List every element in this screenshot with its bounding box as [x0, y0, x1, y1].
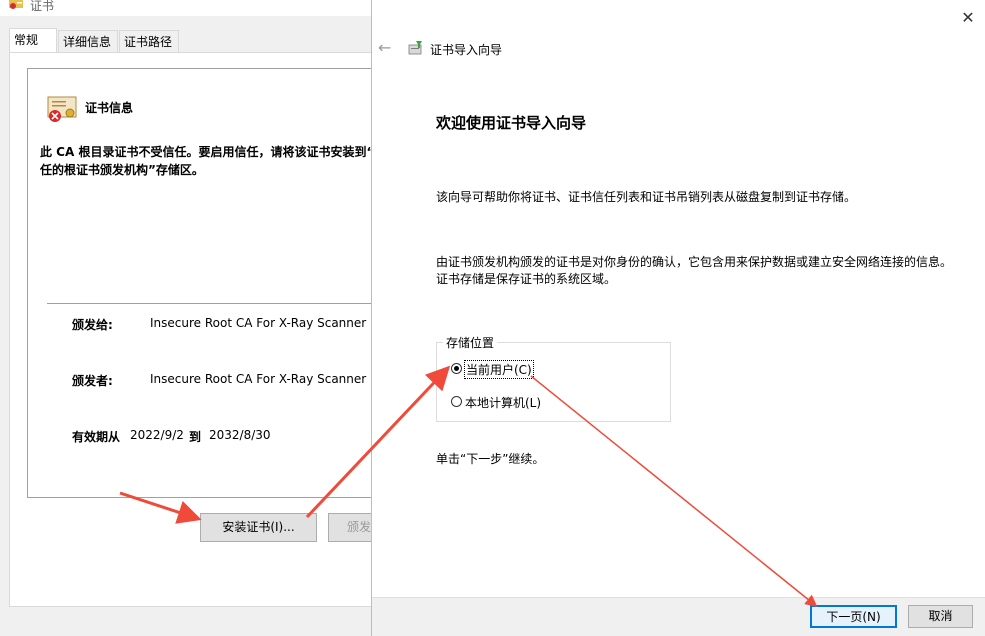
install-certificate-button[interactable]: 安装证书(I)...: [200, 513, 317, 542]
next-button[interactable]: 下一页(N): [810, 605, 897, 628]
wizard-certificate-explanation: 由证书颁发机构颁发的证书是对你身份的确认，它包含用来保护数据或建立安全网络连接的…: [436, 255, 953, 286]
validity-from-label: 有效期从: [72, 430, 121, 444]
validity-from-date: 2022/9/2: [130, 428, 184, 442]
certificate-error-icon: [47, 96, 77, 122]
close-icon[interactable]: ✕: [957, 8, 979, 28]
issued-to-label: 颁发给:: [72, 318, 113, 332]
tab-details[interactable]: 详细信息: [58, 30, 118, 52]
tab-general[interactable]: 常规: [9, 28, 57, 53]
certificate-import-wizard: [371, 0, 985, 636]
certificate-info-heading: 证书信息: [85, 101, 134, 115]
local-machine-radio[interactable]: [451, 396, 462, 407]
back-arrow-icon[interactable]: ←: [378, 39, 396, 57]
issued-to-value: Insecure Root CA For X-Ray Scanner: [150, 316, 367, 330]
issued-by-label: 颁发者:: [72, 374, 113, 388]
tab-certification-path[interactable]: 证书路径: [119, 30, 179, 52]
untrusted-warning: 此 CA 根目录证书不受信任。要启用信任，请将该证书安装到“ 任的根证书颁发机构…: [40, 143, 375, 179]
continue-hint: 单击“下一步”继续。: [436, 452, 545, 466]
store-location-legend: 存储位置: [443, 334, 498, 351]
wizard-description: 该向导可帮助你将证书、证书信任列表和证书吊销列表从磁盘复制到证书存储。: [436, 190, 857, 204]
issued-by-value: Insecure Root CA For X-Ray Scanner: [150, 372, 367, 386]
current-user-radio[interactable]: [451, 363, 462, 374]
validity-to-date: 2032/8/30: [209, 428, 271, 442]
wizard-heading: 欢迎使用证书导入向导: [436, 114, 587, 132]
validity-to-label: 到: [189, 430, 202, 444]
cancel-button[interactable]: 取消: [908, 605, 973, 628]
certificate-titlebar: [0, 0, 372, 16]
wizard-title: 证书导入向导: [430, 43, 503, 57]
certificate-window-title: 证书: [30, 0, 55, 13]
untrusted-warning-line1: 此 CA 根目录证书不受信任。要启用信任，请将该证书安装到“: [40, 145, 375, 159]
wizard-certificate-icon: [408, 41, 422, 55]
untrusted-warning-line2: 任的根证书颁发机构”存储区。: [40, 163, 204, 177]
local-machine-label[interactable]: 本地计算机(L): [465, 394, 541, 411]
certificate-app-icon: [9, 0, 23, 9]
current-user-label[interactable]: 当前用户(C): [464, 360, 534, 379]
divider: [47, 303, 377, 304]
